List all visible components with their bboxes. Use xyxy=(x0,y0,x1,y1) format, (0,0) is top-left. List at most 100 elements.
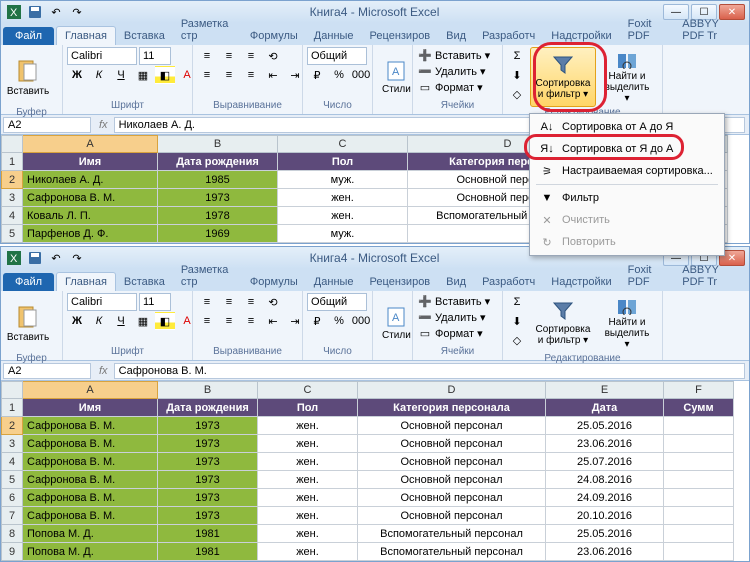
sort-filter-button[interactable]: Сортировка и фильтр ▾ xyxy=(530,47,596,107)
cell[interactable]: 1973 xyxy=(158,453,258,471)
cell[interactable]: 1969 xyxy=(158,225,278,243)
cell[interactable]: муж. xyxy=(278,171,408,189)
cell[interactable] xyxy=(664,435,734,453)
worksheet[interactable]: A B C D 1 Имя Дата рождения Пол Категори… xyxy=(1,135,749,243)
border-button[interactable]: ▦ xyxy=(133,312,153,330)
col-A[interactable]: A xyxy=(23,135,158,153)
cell[interactable]: 25.05.2016 xyxy=(546,525,664,543)
tab-abbyy[interactable]: ABBYY PDF Tr xyxy=(674,15,749,45)
cell[interactable]: 1985 xyxy=(158,171,278,189)
align-bot[interactable]: ≡ xyxy=(241,47,261,65)
tab-foxit[interactable]: Foxit PDF xyxy=(620,15,675,45)
cell[interactable]: жен. xyxy=(278,207,408,225)
tab-addins[interactable]: Надстройки xyxy=(543,273,619,291)
autosum[interactable]: Σ xyxy=(507,47,527,65)
align-center[interactable]: ≡ xyxy=(219,66,239,84)
font-name[interactable]: Calibri xyxy=(67,47,137,65)
percent[interactable]: % xyxy=(329,66,349,84)
cell[interactable]: Основной персонал xyxy=(358,489,546,507)
paste-button[interactable]: Вставить xyxy=(5,293,51,353)
tab-abbyy[interactable]: ABBYY PDF Tr xyxy=(674,261,749,291)
cell[interactable]: Сафронова В. М. xyxy=(23,507,158,525)
align-left[interactable]: ≡ xyxy=(197,66,217,84)
cell[interactable]: Сафронова В. М. xyxy=(23,435,158,453)
tab-data[interactable]: Данные xyxy=(306,27,362,45)
delete-cells[interactable]: ➖Удалить ▾ xyxy=(417,63,486,79)
bold-button[interactable]: Ж xyxy=(67,312,87,330)
col-B[interactable]: B xyxy=(158,135,278,153)
font-size[interactable]: 11 xyxy=(139,47,171,65)
cell[interactable]: жен. xyxy=(278,189,408,207)
cell[interactable]: 1981 xyxy=(158,543,258,561)
tab-developer[interactable]: Разработч xyxy=(474,273,543,291)
cell[interactable] xyxy=(664,471,734,489)
cell[interactable]: жен. xyxy=(258,543,358,561)
cell[interactable]: 23.06.2016 xyxy=(546,435,664,453)
tab-view[interactable]: Вид xyxy=(438,273,474,291)
cell[interactable]: 1973 xyxy=(158,435,258,453)
cell[interactable]: жен. xyxy=(258,489,358,507)
tab-data[interactable]: Данные xyxy=(306,273,362,291)
format-cells[interactable]: ▭Формат ▾ xyxy=(417,79,483,95)
tab-formulas[interactable]: Формулы xyxy=(242,27,306,45)
name-box[interactable]: A2 xyxy=(3,363,91,379)
tab-insert[interactable]: Вставка xyxy=(116,27,173,45)
italic-button[interactable]: К xyxy=(89,66,109,84)
cell[interactable]: 1978 xyxy=(158,207,278,225)
cell[interactable]: Вспомогательный персонал xyxy=(358,543,546,561)
cell[interactable]: Парфенов Д. Ф. xyxy=(23,225,158,243)
fx-icon[interactable]: fx xyxy=(93,365,114,377)
cell[interactable]: Вспомогательный персонал xyxy=(358,525,546,543)
find-button[interactable]: Найти и выделить ▾ xyxy=(599,293,655,353)
cell[interactable]: 24.08.2016 xyxy=(546,471,664,489)
cell[interactable]: Попова М. Д. xyxy=(23,543,158,561)
fill-color-button[interactable]: ◧ xyxy=(155,312,175,330)
align-right[interactable]: ≡ xyxy=(241,66,261,84)
cell[interactable]: Основной персонал xyxy=(358,453,546,471)
cell[interactable] xyxy=(664,507,734,525)
cell[interactable]: муж. xyxy=(278,225,408,243)
cell[interactable]: Основной персонал xyxy=(358,435,546,453)
sort-filter-button[interactable]: Сортировка и фильтр ▾ xyxy=(530,293,596,353)
cell[interactable]: Сафронова В. М. xyxy=(23,489,158,507)
tab-insert[interactable]: Вставка xyxy=(116,273,173,291)
number-format[interactable]: Общий xyxy=(307,47,367,65)
align-mid[interactable]: ≡ xyxy=(219,47,239,65)
cell[interactable]: жен. xyxy=(258,471,358,489)
save-icon[interactable] xyxy=(26,249,44,267)
insert-cells[interactable]: ➕Вставить ▾ xyxy=(417,293,490,309)
styles-button[interactable]: AСтили xyxy=(377,47,416,107)
align-top[interactable]: ≡ xyxy=(197,47,217,65)
row-hdr[interactable]: 3 xyxy=(1,435,23,453)
cell[interactable]: 1973 xyxy=(158,507,258,525)
italic-button[interactable]: К xyxy=(89,312,109,330)
tab-addins[interactable]: Надстройки xyxy=(543,27,619,45)
cell[interactable]: Сафронова В. М. xyxy=(23,453,158,471)
font-size[interactable]: 11 xyxy=(139,293,171,311)
cell[interactable]: Основной персонал xyxy=(358,417,546,435)
cell[interactable]: 1973 xyxy=(158,417,258,435)
delete-cells[interactable]: ➖Удалить ▾ xyxy=(417,309,486,325)
row-hdr[interactable]: 4 xyxy=(1,453,23,471)
row-hdr[interactable]: 5 xyxy=(1,225,23,243)
currency[interactable]: ₽ xyxy=(307,66,327,84)
redo-icon[interactable]: ↷ xyxy=(68,249,86,267)
cell[interactable]: 1973 xyxy=(158,189,278,207)
name-box[interactable]: A2 xyxy=(3,117,91,133)
undo-icon[interactable]: ↶ xyxy=(47,249,65,267)
menu-sort-az[interactable]: А↓Сортировка от А до Я xyxy=(532,116,722,138)
cell[interactable]: Сафронова В. М. xyxy=(23,417,158,435)
underline-button[interactable]: Ч xyxy=(111,312,131,330)
save-icon[interactable] xyxy=(26,3,44,21)
worksheet[interactable]: A B C D E F 1 Имя Дата рождения Пол Кате… xyxy=(1,381,749,561)
cell[interactable]: 1973 xyxy=(158,489,258,507)
row-hdr[interactable]: 6 xyxy=(1,489,23,507)
menu-custom-sort[interactable]: ⚞Настраиваемая сортировка... xyxy=(532,160,722,182)
tab-foxit[interactable]: Foxit PDF xyxy=(620,261,675,291)
cell[interactable] xyxy=(664,417,734,435)
cell[interactable] xyxy=(664,489,734,507)
orientation[interactable]: ⟲ xyxy=(263,47,283,65)
row-hdr[interactable]: 8 xyxy=(1,525,23,543)
undo-icon[interactable]: ↶ xyxy=(47,3,65,21)
fill-color-button[interactable]: ◧ xyxy=(155,66,175,84)
